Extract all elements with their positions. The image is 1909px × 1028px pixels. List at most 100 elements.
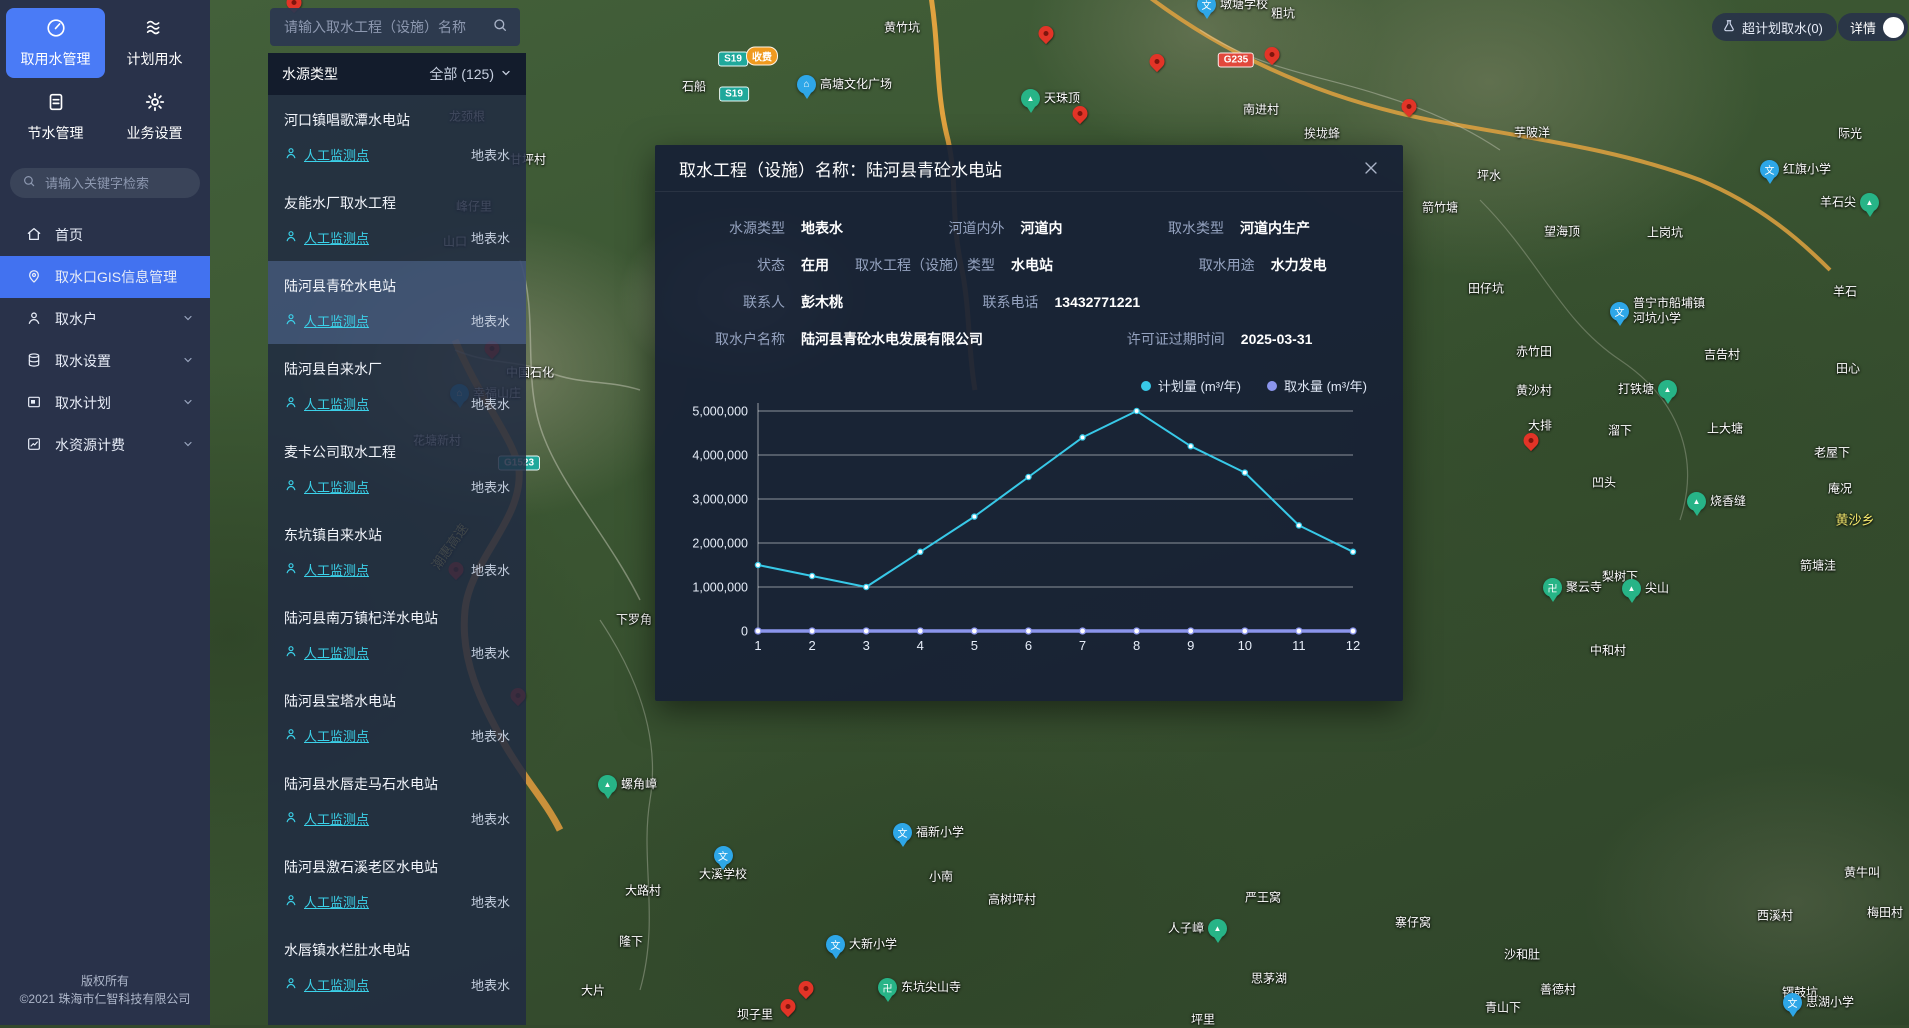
station-list-item[interactable]: 陆河县宝塔水电站人工监测点地表水 xyxy=(268,676,526,759)
station-list-item[interactable]: 陆河县青砼水电站人工监测点地表水 xyxy=(268,261,526,344)
modal-title: 取水工程（设施）名称：陆河县青砼水电站 xyxy=(655,145,1403,192)
field-value: 河道内生产 xyxy=(1240,218,1310,238)
sidebar-item-label: 水资源计费 xyxy=(55,435,125,455)
map-poi-mountain[interactable]: ▲烧香缝 xyxy=(1687,492,1746,511)
monitor-type-link[interactable]: 人工监测点 xyxy=(284,394,369,413)
station-list-item[interactable]: 河口镇唱歌潭水电站人工监测点地表水 xyxy=(268,95,526,178)
map-label: 黄沙乡 xyxy=(1835,510,1874,529)
search-icon xyxy=(22,174,36,193)
monitor-type-link[interactable]: 人工监测点 xyxy=(284,477,369,496)
station-list-item[interactable]: 麦卡公司取水工程人工监测点地表水 xyxy=(268,427,526,510)
monitor-type-link[interactable]: 人工监测点 xyxy=(284,809,369,828)
mountain-pin-icon: ▲ xyxy=(1860,193,1879,212)
station-list-item[interactable]: 东坑镇自来水站人工监测点地表水 xyxy=(268,510,526,593)
db-icon xyxy=(26,352,42,371)
person-icon xyxy=(284,312,298,329)
map-poi-temple[interactable]: 卍东坑尖山寺 xyxy=(878,978,961,997)
map-poi-mountain[interactable]: ▲羊石尖 xyxy=(1820,193,1879,212)
sidebar-search[interactable] xyxy=(10,168,200,198)
mountain-pin-icon: ▲ xyxy=(1021,89,1040,108)
field: 水源类型地表水 xyxy=(697,218,916,238)
monitor-type-link[interactable]: 人工监测点 xyxy=(284,311,369,330)
monitor-type-link[interactable]: 人工监测点 xyxy=(284,560,369,579)
sidebar-menu: 首页取水口GIS信息管理取水户取水设置取水计划水资源计费 xyxy=(0,214,210,466)
person-icon xyxy=(284,810,298,827)
chevron-down-icon xyxy=(500,66,512,82)
map-label: 大片 xyxy=(581,982,605,999)
sidebar-search-input[interactable] xyxy=(43,175,197,192)
station-list-item[interactable]: 陆河县激石溪老区水电站人工监测点地表水 xyxy=(268,842,526,925)
app-tile-waves[interactable]: 计划用水 xyxy=(105,8,204,78)
legend-dot xyxy=(1267,381,1277,391)
map-label: 吉告村 xyxy=(1704,346,1740,363)
map-poi-mountain[interactable]: ▲天珠顶 xyxy=(1021,89,1080,108)
sidebar-item-card[interactable]: 取水计划 xyxy=(0,382,210,424)
map-poi-school[interactable]: 文大溪学校 xyxy=(699,846,747,882)
sidebar-item-db[interactable]: 取水设置 xyxy=(0,340,210,382)
source-type-dropdown[interactable]: 全部 (125) xyxy=(429,64,512,84)
sidebar-item-chart[interactable]: 水资源计费 xyxy=(0,424,210,466)
monitor-type-link[interactable]: 人工监测点 xyxy=(284,975,369,994)
station-list-item[interactable]: 陆河县水唇走马石水电站人工监测点地表水 xyxy=(268,759,526,842)
map-label: 思茅湖 xyxy=(1251,970,1287,987)
map-poi-mountain[interactable]: ▲尖山 xyxy=(1622,579,1669,598)
poi-label: 螺角嶂 xyxy=(621,777,657,792)
pin-dot xyxy=(802,985,809,992)
pin-dot xyxy=(1076,110,1083,117)
map-label: 芋陂洋 xyxy=(1514,124,1550,141)
map-poi-mountain[interactable]: ▲螺角嶂 xyxy=(598,775,657,794)
map-poi-school[interactable]: 文思湖小学 xyxy=(1783,993,1854,1012)
detail-toggle[interactable]: 详情 xyxy=(1838,13,1908,41)
app-tile-doc[interactable]: 节水管理 xyxy=(6,82,105,152)
pin-dot xyxy=(1153,58,1160,65)
field-value: 地表水 xyxy=(801,218,843,238)
legend-dot xyxy=(1141,381,1151,391)
monitor-type-link[interactable]: 人工监测点 xyxy=(284,228,369,247)
map-poi-temple[interactable]: 卍聚云寺 xyxy=(1543,578,1602,597)
map-poi-school[interactable]: 文红旗小学 xyxy=(1760,160,1831,179)
app-tile-gauge[interactable]: 取用水管理 xyxy=(6,8,105,78)
map-poi-mountain[interactable]: ▲打铁塘 xyxy=(1618,380,1677,399)
field-value: 水电站 xyxy=(1011,255,1053,275)
close-icon[interactable] xyxy=(1361,158,1381,178)
place-pin-icon: ⌂ xyxy=(797,75,816,94)
app-tile-label: 取用水管理 xyxy=(21,49,91,69)
monitor-type-link[interactable]: 人工监测点 xyxy=(284,892,369,911)
station-list-item[interactable]: 水唇镇水栏肚水电站人工监测点地表水 xyxy=(268,925,526,1008)
map-label: 南进村 xyxy=(1243,101,1279,118)
sidebar-item-pin[interactable]: 取水口GIS信息管理 xyxy=(0,256,210,298)
map-poi-mountain[interactable]: ▲人子嶂 xyxy=(1168,919,1227,938)
station-search[interactable] xyxy=(270,8,520,46)
person-icon xyxy=(284,146,298,163)
map-poi-school[interactable]: 文普宁市船埔镇 河坑小学 xyxy=(1610,296,1705,326)
field-label: 联系电话 xyxy=(951,292,1039,312)
sidebar-item-user[interactable]: 取水户 xyxy=(0,298,210,340)
poi-label: 福新小学 xyxy=(916,825,964,840)
detail-toggle-knob[interactable] xyxy=(1883,17,1904,38)
pin-dot xyxy=(1405,103,1412,110)
map-label: 老屋下 xyxy=(1814,444,1850,461)
map-poi-school[interactable]: 文大新小学 xyxy=(826,935,897,954)
station-name: 陆河县南万镇杞洋水电站 xyxy=(284,608,510,628)
station-list-item[interactable]: 陆河县自来水厂人工监测点地表水 xyxy=(268,344,526,427)
map-poi-school[interactable]: 文墩塘学校 xyxy=(1197,0,1268,14)
monitor-type-link[interactable]: 人工监测点 xyxy=(284,726,369,745)
search-icon[interactable] xyxy=(492,17,508,38)
sidebar-item-home[interactable]: 首页 xyxy=(0,214,210,256)
svg-text:4,000,000: 4,000,000 xyxy=(692,449,748,463)
map-label: 羊石 xyxy=(1833,283,1857,300)
field: 联系人彭木桃 xyxy=(697,292,951,312)
svg-text:12: 12 xyxy=(1346,638,1360,653)
water-source-label: 地表水 xyxy=(471,145,510,164)
over-plan-intake-button[interactable]: 超计划取水(0) xyxy=(1712,13,1837,41)
station-search-input[interactable] xyxy=(282,18,492,36)
station-list-item[interactable]: 陆河县南万镇杞洋水电站人工监测点地表水 xyxy=(268,593,526,676)
person-icon xyxy=(284,478,298,495)
station-list-item[interactable]: 友能水厂取水工程人工监测点地表水 xyxy=(268,178,526,261)
monitor-type-link[interactable]: 人工监测点 xyxy=(284,145,369,164)
map-poi-place[interactable]: ⌂高塘文化广场 xyxy=(797,75,892,94)
app-tile-gear[interactable]: 业务设置 xyxy=(105,82,204,152)
monitor-type-link[interactable]: 人工监测点 xyxy=(284,643,369,662)
map-poi-school[interactable]: 文福新小学 xyxy=(893,823,964,842)
water-source-label: 地表水 xyxy=(471,726,510,745)
